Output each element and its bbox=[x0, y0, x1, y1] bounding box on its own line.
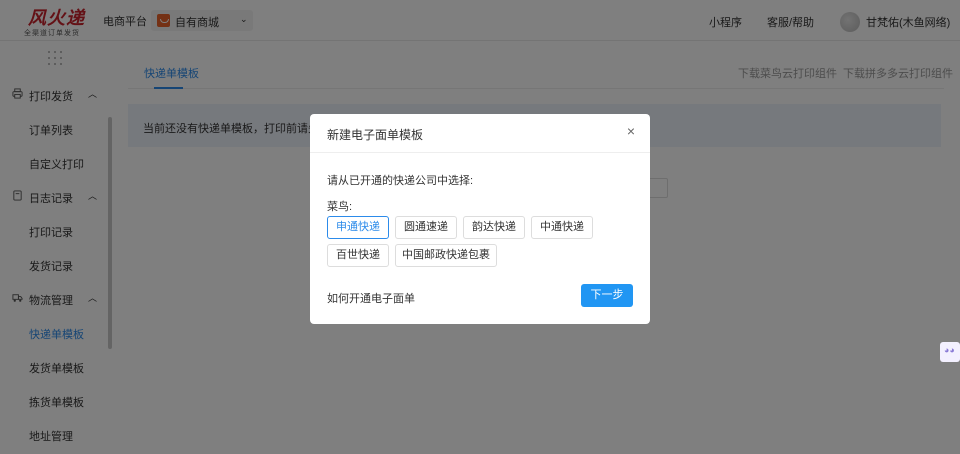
dialog-prompt: 请从已开通的快递公司中选择: bbox=[327, 175, 474, 187]
how-to-enable-link[interactable]: 如何开通电子面单 bbox=[327, 290, 415, 306]
carrier-option-yto[interactable]: 圆通速递 bbox=[395, 216, 457, 239]
next-button[interactable]: 下一步 bbox=[581, 284, 633, 307]
dialog-divider bbox=[310, 152, 650, 153]
chat-widget[interactable]: ◕◕ bbox=[940, 342, 960, 362]
new-template-dialog: 新建电子面单模板 × 请从已开通的快递公司中选择: 菜鸟: 申通快递 圆通速递 … bbox=[310, 114, 650, 324]
chat-icon: ◕◕ bbox=[944, 345, 955, 355]
carrier-option-ems[interactable]: 中国邮政快递包裹 bbox=[395, 244, 497, 267]
close-icon[interactable]: × bbox=[624, 124, 638, 138]
carrier-option-zto[interactable]: 中通快递 bbox=[531, 216, 593, 239]
carrier-group-label: 菜鸟: bbox=[327, 201, 353, 213]
carrier-option-best[interactable]: 百世快递 bbox=[327, 244, 389, 267]
carrier-option-sto[interactable]: 申通快递 bbox=[327, 216, 389, 239]
carrier-option-yunda[interactable]: 韵达快递 bbox=[463, 216, 525, 239]
dialog-title: 新建电子面单模板 bbox=[327, 128, 424, 142]
